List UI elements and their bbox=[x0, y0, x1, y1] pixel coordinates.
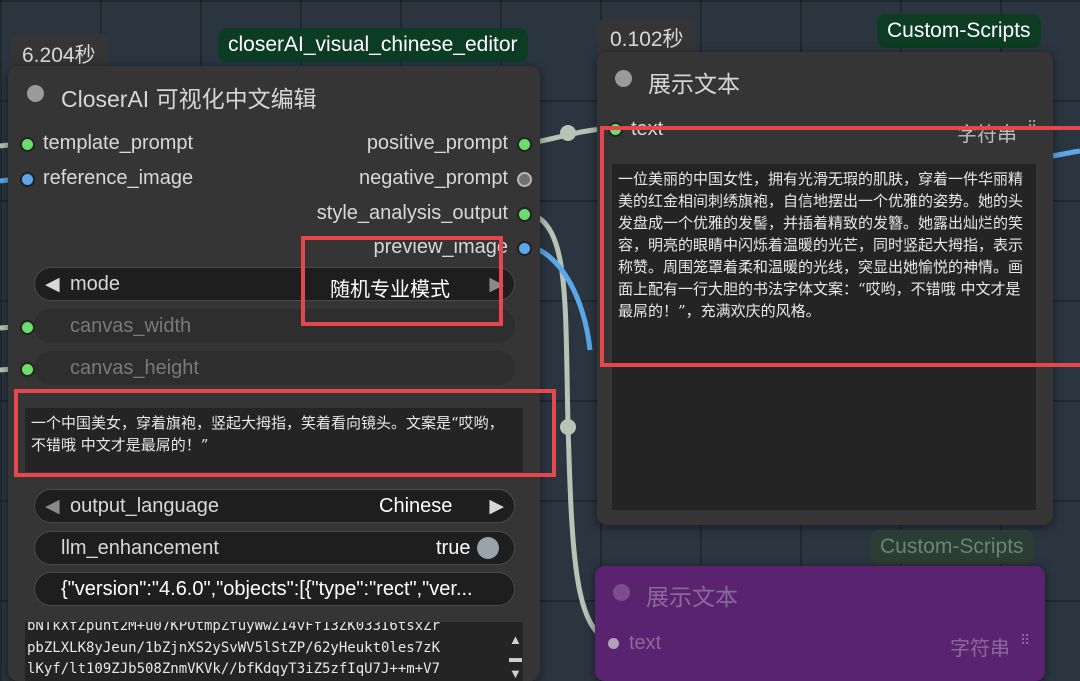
collapse-dot-icon[interactable] bbox=[613, 584, 630, 601]
node-title-purple: 展示文本 bbox=[646, 584, 738, 610]
base64-line-1: bNTkXfZpunt2M+u07KPOtmpZfuyWwZ14vFf13ZK0… bbox=[27, 622, 441, 634]
base64-line-3: lKyf/lt109ZJb508ZnmVKVk//bfKdqyT3iZ5zfIq… bbox=[27, 661, 441, 677]
json-value-text: {"version":"4.6.0","objects":[{"type":"r… bbox=[61, 578, 473, 600]
arrow-left-icon[interactable]: ◀ bbox=[45, 273, 60, 296]
node-type-badge: closerAI_visual_chinese_editor bbox=[218, 28, 528, 62]
mode-combo[interactable]: ◀ mode 随机专业模式 ▶ bbox=[34, 267, 515, 301]
input-socket-text-purple[interactable] bbox=[606, 636, 621, 651]
toggle-knob-icon[interactable] bbox=[477, 537, 499, 559]
input-type-label-purple: 字符串 bbox=[950, 638, 1010, 660]
input-label-template-prompt: template_prompt bbox=[43, 132, 194, 154]
llm-enhancement-label: llm_enhancement bbox=[61, 537, 219, 559]
scroll-down-icon[interactable]: ▼ bbox=[509, 666, 522, 681]
input-socket-text[interactable] bbox=[608, 122, 623, 137]
mode-value: 随机专业模式 bbox=[330, 279, 450, 301]
closerai-editor-node[interactable]: CloserAI 可视化中文编辑 template_prompt referen… bbox=[8, 66, 540, 681]
output-language-combo[interactable]: ◀ output_language Chinese ▶ bbox=[34, 489, 515, 523]
output-label-style-analysis: style_analysis_output bbox=[316, 202, 508, 224]
input-socket-reference-image[interactable] bbox=[20, 172, 35, 187]
scroll-handle-icon[interactable]: ▬ bbox=[509, 650, 522, 665]
node-type-badge-right: Custom-Scripts bbox=[877, 14, 1041, 48]
output-label-negative-prompt: negative_prompt bbox=[359, 167, 508, 189]
input-socket-canvas-height[interactable] bbox=[20, 362, 35, 377]
collapse-dot-icon[interactable] bbox=[615, 70, 632, 87]
arrow-right-icon[interactable]: ▶ bbox=[489, 495, 504, 518]
output-socket-positive-prompt[interactable] bbox=[517, 137, 532, 152]
canvas-width-widget[interactable]: canvas_width bbox=[34, 309, 515, 343]
arrow-left-icon[interactable]: ◀ bbox=[45, 495, 60, 518]
input-label-reference-image: reference_image bbox=[43, 167, 194, 189]
show-text-node[interactable]: 展示文本 text 字符串 ⠿ 一位美丽的中国女性，拥有光滑无瑕的肌肤，穿着一件… bbox=[597, 52, 1053, 525]
node-title: CloserAI 可视化中文编辑 bbox=[61, 86, 317, 112]
output-label-positive-prompt: positive_prompt bbox=[366, 132, 508, 154]
output-socket-style-analysis[interactable] bbox=[517, 207, 532, 222]
collapse-dot-icon[interactable] bbox=[27, 85, 44, 102]
prompt-textarea[interactable]: 一个中国美女，穿着旗袍，竖起大拇指，笑着看向镜头。文案是“哎哟，不错哦 中文才是… bbox=[25, 408, 523, 472]
canvas-height-label: canvas_height bbox=[70, 357, 199, 379]
drag-grip-icon[interactable]: ⠿ bbox=[1027, 118, 1037, 135]
node-type-badge-dim: Custom-Scripts bbox=[870, 530, 1034, 564]
base64-line-2: pbZLXLK8yJeun/1bZjnXS2ySvWV5lStZP/62yHeu… bbox=[27, 640, 441, 656]
base64-textarea[interactable]: bNTkXfZpunt2M+u07KPOtmpZfuyWwZ14vFf13ZK0… bbox=[25, 622, 523, 681]
canvas-width-label: canvas_width bbox=[70, 315, 192, 337]
arrow-right-icon[interactable]: ▶ bbox=[489, 273, 504, 296]
input-type-label: 字符串 bbox=[957, 124, 1017, 146]
llm-enhancement-toggle[interactable]: llm_enhancement true bbox=[34, 531, 515, 565]
json-value-widget[interactable]: {"version":"4.6.0","objects":[{"type":"r… bbox=[34, 572, 515, 606]
input-socket-canvas-width[interactable] bbox=[20, 320, 35, 335]
mode-label: mode bbox=[70, 273, 121, 295]
llm-enhancement-value: true bbox=[436, 537, 471, 559]
output-language-value: Chinese bbox=[379, 495, 453, 517]
output-label-preview-image: preview_image bbox=[373, 236, 508, 258]
drag-grip-icon[interactable]: ⠿ bbox=[1020, 632, 1030, 649]
output-socket-negative-prompt[interactable] bbox=[517, 172, 532, 187]
node-title-right: 展示文本 bbox=[648, 71, 740, 97]
output-socket-preview-image[interactable] bbox=[517, 241, 532, 256]
scroll-up-icon[interactable]: ▲ bbox=[509, 632, 522, 647]
canvas-height-widget[interactable]: canvas_height bbox=[34, 351, 515, 385]
display-text-area[interactable]: 一位美丽的中国女性，拥有光滑无瑕的肌肤，穿着一件华丽精美的红金相间刺绣旗袍，自信… bbox=[612, 164, 1036, 510]
show-text-node-purple[interactable]: 展示文本 text 字符串 ⠿ bbox=[595, 566, 1045, 681]
output-language-label: output_language bbox=[70, 495, 220, 517]
input-label-text: text bbox=[631, 118, 664, 140]
input-label-text-purple: text bbox=[629, 632, 662, 654]
input-socket-template-prompt[interactable] bbox=[20, 137, 35, 152]
